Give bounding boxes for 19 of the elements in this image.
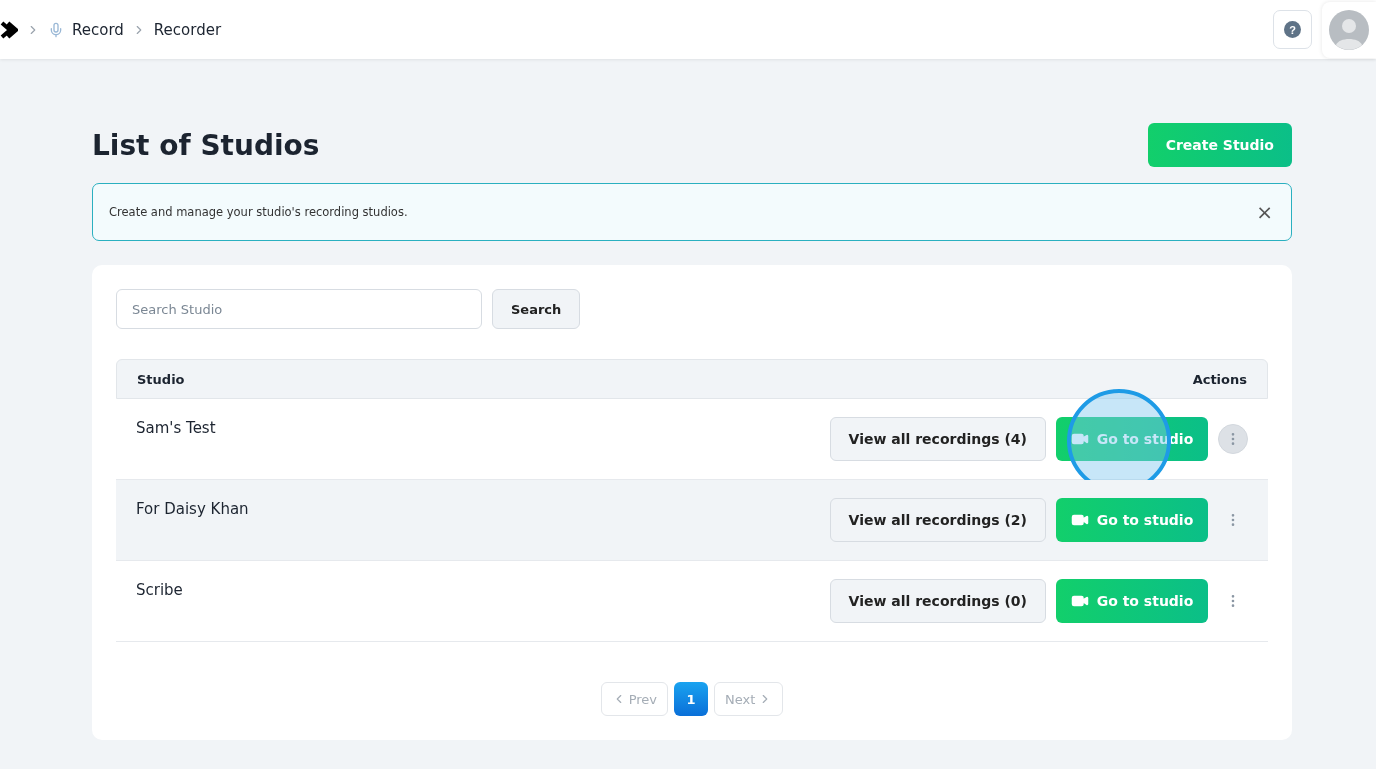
- info-text: Create and manage your studio's recording studios.: [109, 205, 408, 219]
- studio-name: For Daisy Khan: [136, 500, 249, 520]
- page-button[interactable]: 1: [674, 682, 709, 716]
- view-recordings-button[interactable]: View all recordings (2): [829, 498, 1046, 542]
- page-title: List of Studios: [92, 128, 320, 162]
- studio-name: Scribe: [136, 581, 183, 601]
- studio-name: Sam's Test: [136, 419, 216, 439]
- breadcrumb-link[interactable]: Record: [72, 20, 124, 39]
- column-header: Studio: [137, 371, 185, 387]
- help-button[interactable]: ?: [1273, 10, 1312, 49]
- search-field[interactable]: Search Studio: [116, 289, 482, 329]
- more-menu-button[interactable]: [1218, 424, 1248, 454]
- column-header: Actions: [1192, 371, 1247, 387]
- close-button[interactable]: ×: [1254, 202, 1275, 222]
- search-button[interactable]: Search: [492, 289, 581, 329]
- view-recordings-button[interactable]: View all recordings (0): [829, 579, 1046, 623]
- avatar-icon[interactable]: [1329, 9, 1369, 50]
- breadcrumb-link[interactable]: Recorder: [153, 20, 222, 39]
- view-recordings-button[interactable]: View all recordings (4): [829, 417, 1046, 461]
